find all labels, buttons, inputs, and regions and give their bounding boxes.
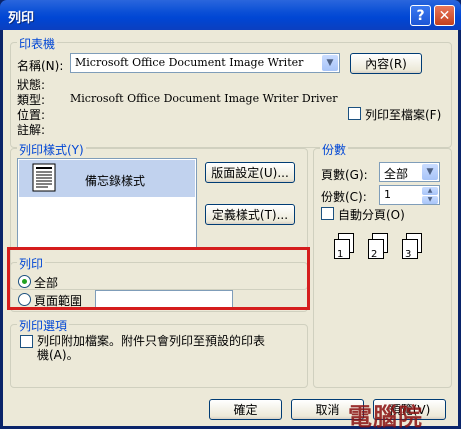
collate-page: 2 [368,239,384,260]
copy-count-label: 份數(C): [321,190,367,204]
copies-group-label: 份數 [320,141,349,158]
pages-select[interactable]: 全部 ▼ [379,162,440,182]
memo-style-icon [32,163,56,192]
properties-button[interactable]: 內容(R) [350,53,422,74]
list-item-selected[interactable]: 備忘錄樣式 [19,160,195,197]
collate-illustration: 1 1 2 2 3 3 [330,233,440,267]
printer-name-label: 名稱(N): [17,59,64,73]
comment-label: 註解: [17,123,46,137]
printer-name-select[interactable]: Microsoft Office Document Image Writer ▼ [70,53,340,73]
spin-up-icon[interactable]: ▲ [422,187,438,195]
copy-count-stepper[interactable]: 1 ▲ ▼ [379,185,440,205]
memo-style-label: 備忘錄樣式 [85,174,146,188]
pages-label: 頁數(G): [321,168,368,182]
page-setup-button[interactable]: 版面設定(U)... [205,162,295,183]
pages-value: 全部 [384,167,409,181]
collate-checkbox[interactable] [321,207,334,220]
dialog-body: 印表機 名稱(N): Microsoft Office Document Ima… [3,30,458,426]
attachments-checkbox[interactable] [20,335,33,348]
type-value: Microsoft Office Document Image Writer D… [70,92,338,105]
printer-name-value: Microsoft Office Document Image Writer [75,56,304,69]
close-button[interactable]: ✕ [434,5,455,26]
window-title: 列印 [8,11,35,26]
help-button[interactable]: ? [410,5,431,26]
ok-button[interactable]: 確定 [209,399,282,420]
print-to-file-label: 列印至檔案(F) [365,108,442,122]
attachments-label-line2: 機(A)。 [37,348,79,362]
print-style-list[interactable]: 備忘錄樣式 [17,158,197,248]
print-to-file-checkbox[interactable] [348,107,361,120]
print-style-group-label: 列印樣式(Y) [17,141,86,158]
collate-label: 自動分頁(O) [338,208,405,222]
highlight-annotation-box [7,247,310,310]
print-dialog: 列印 ? ✕ 印表機 名稱(N): Microsoft Office Docum… [0,0,461,431]
chevron-down-icon[interactable]: ▼ [422,164,438,180]
watermark-logo: 電腦院 [348,403,423,431]
collate-page: 3 [402,239,418,260]
chevron-down-icon[interactable]: ▼ [322,55,338,71]
copy-count-value: 1 [384,188,391,201]
printer-group-label: 印表機 [17,35,58,52]
title-bar[interactable]: 列印 ? ✕ [0,0,461,30]
define-styles-button[interactable]: 定義樣式(T)... [205,204,295,225]
copies-group: 份數 [313,141,452,388]
collate-page: 1 [334,239,350,260]
spin-down-icon[interactable]: ▼ [422,196,438,204]
